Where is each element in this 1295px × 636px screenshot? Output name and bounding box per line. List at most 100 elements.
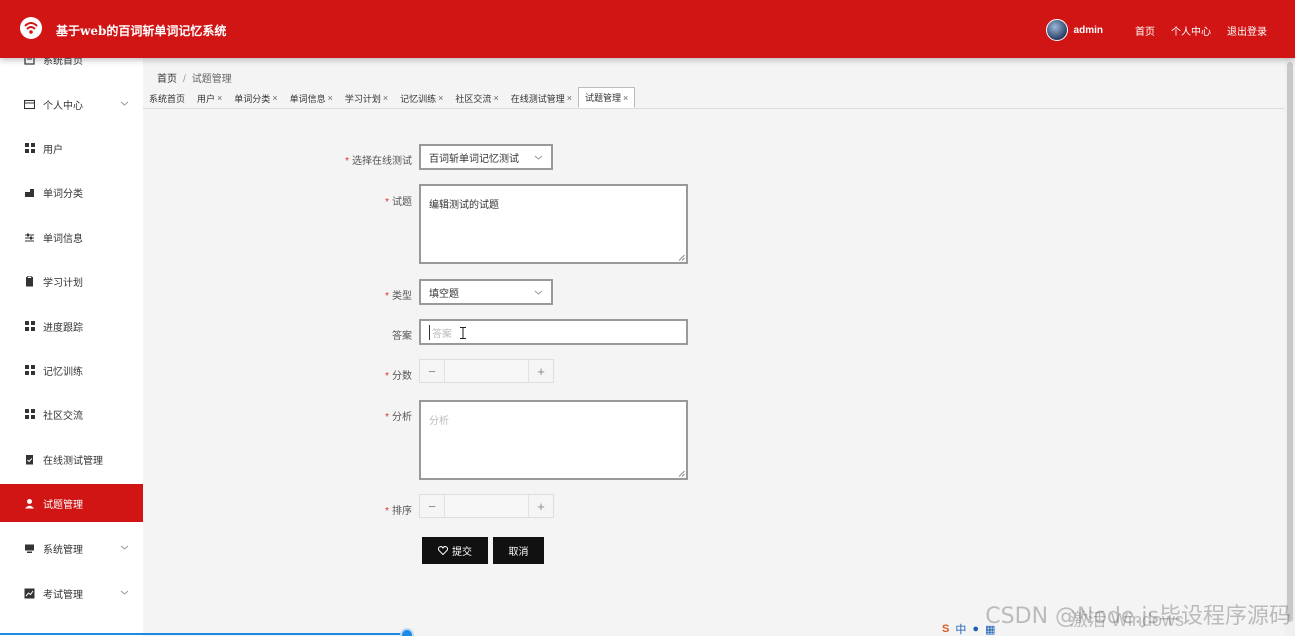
ime-mode-label[interactable]: 中 bbox=[955, 621, 966, 636]
submit-label: 提交 bbox=[452, 547, 472, 558]
analysis-textarea[interactable]: 分析 bbox=[419, 400, 688, 480]
resize-handle-icon[interactable] bbox=[678, 470, 685, 477]
tab-users[interactable]: 用户 × bbox=[191, 88, 228, 108]
tab-label: 系统首页 bbox=[149, 93, 186, 104]
close-icon[interactable]: × bbox=[272, 93, 277, 103]
chevron-down-icon bbox=[120, 588, 129, 597]
grid-icon bbox=[24, 365, 35, 376]
tab-word-category[interactable]: 单词分类 × bbox=[228, 88, 283, 108]
score-stepper[interactable]: − + bbox=[419, 359, 554, 383]
sidebar-item-system[interactable]: 系统管理 bbox=[0, 529, 143, 567]
top-header: 基于web的百词斩单词记忆系统 admin 首页 个人中心 退出登录 bbox=[0, 0, 1295, 58]
breadcrumb-separator: / bbox=[183, 74, 186, 85]
tab-home[interactable]: 系统首页 bbox=[143, 88, 191, 108]
tab-memory-training[interactable]: 记忆训练 × bbox=[394, 88, 449, 108]
user-icon bbox=[24, 498, 35, 509]
answer-label: 答案 bbox=[392, 331, 412, 342]
tab-community[interactable]: 社区交流 × bbox=[449, 88, 504, 108]
sidebar-item-label: 社区交流 bbox=[43, 410, 83, 422]
sidebar-item-question-manage[interactable]: 试题管理 bbox=[0, 484, 143, 522]
sidebar-item-label: 系统管理 bbox=[43, 544, 83, 556]
tab-label: 用户 bbox=[197, 93, 216, 104]
grid-icon bbox=[24, 409, 35, 420]
sogou-icon[interactable]: S bbox=[942, 623, 949, 635]
breadcrumb: 首页 / 试题管理 bbox=[157, 70, 232, 85]
logout-link[interactable]: 退出登录 bbox=[1227, 23, 1267, 38]
sidebar-item-label: 个人中心 bbox=[43, 100, 83, 112]
close-icon[interactable]: × bbox=[217, 93, 222, 103]
profile-link[interactable]: 个人中心 bbox=[1171, 23, 1211, 38]
increment-button[interactable]: + bbox=[529, 495, 553, 517]
question-label: * 试题 bbox=[385, 197, 412, 208]
clipboard-check-icon bbox=[24, 454, 35, 465]
scrollbar-thumb[interactable] bbox=[1287, 62, 1293, 622]
username-label: admin bbox=[1073, 24, 1103, 36]
tab-label: 在线测试管理 bbox=[510, 93, 565, 104]
test-select-label: * 选择在线测试 bbox=[345, 156, 412, 167]
increment-button[interactable]: + bbox=[529, 360, 553, 382]
watermark: CSDN @Node.js毕设程序源码 bbox=[985, 604, 1291, 629]
test-select-value: 百词斩单词记忆测试 bbox=[429, 153, 519, 165]
score-input[interactable] bbox=[444, 360, 529, 382]
submit-button[interactable]: 提交 bbox=[422, 537, 488, 564]
tab-study-plan[interactable]: 学习计划 × bbox=[339, 88, 394, 108]
monitor-icon bbox=[24, 543, 35, 554]
sidebar-item-progress[interactable]: 进度跟踪 bbox=[0, 307, 143, 345]
close-icon[interactable]: × bbox=[493, 93, 498, 103]
sidebar-item-label: 考试管理 bbox=[43, 589, 83, 601]
clipboard-icon bbox=[24, 275, 35, 287]
sidebar-item-label: 进度跟踪 bbox=[43, 322, 83, 334]
sidebar-item-study-plan[interactable]: 学习计划 bbox=[0, 262, 143, 300]
order-input[interactable] bbox=[444, 495, 529, 517]
tab-question-manage[interactable]: 试题管理 × bbox=[577, 87, 636, 108]
sliders-icon bbox=[24, 232, 35, 243]
resize-handle-icon[interactable] bbox=[678, 254, 685, 261]
sidebar-item-label: 学习计划 bbox=[43, 277, 83, 289]
tab-word-info[interactable]: 单词信息 × bbox=[284, 88, 339, 108]
breadcrumb-home[interactable]: 首页 bbox=[157, 74, 177, 85]
page-scrollbar[interactable] bbox=[1285, 58, 1295, 636]
logo-icon bbox=[20, 17, 42, 39]
mic-icon[interactable]: ● bbox=[972, 623, 979, 635]
home-link[interactable]: 首页 bbox=[1135, 23, 1155, 38]
sidebar: 系统首页 个人中心 用户 单词分类 单词信息 学习计划 进度跟踪 记忆训练 社区… bbox=[0, 40, 143, 636]
avatar[interactable] bbox=[1045, 19, 1068, 41]
sidebar-item-word-info[interactable]: 单词信息 bbox=[0, 218, 143, 256]
tab-label: 试题管理 bbox=[584, 93, 621, 103]
sidebar-item-community[interactable]: 社区交流 bbox=[0, 395, 143, 433]
scroll-handle-icon[interactable] bbox=[400, 628, 414, 636]
question-textarea[interactable]: 编辑测试的试题 bbox=[419, 184, 688, 264]
sidebar-item-memory-training[interactable]: 记忆训练 bbox=[0, 351, 143, 389]
order-label: * 排序 bbox=[385, 506, 412, 517]
close-icon[interactable]: × bbox=[328, 93, 333, 103]
close-icon[interactable]: × bbox=[438, 93, 443, 103]
app-title: 基于web的百词斩单词记忆系统 bbox=[56, 24, 227, 38]
keyboard-icon[interactable]: ▦ bbox=[985, 623, 995, 636]
answer-placeholder: 答案 bbox=[429, 324, 452, 340]
sidebar-item-label: 记忆训练 bbox=[43, 366, 83, 378]
decrement-button[interactable]: − bbox=[420, 495, 444, 517]
breadcrumb-current: 试题管理 bbox=[191, 74, 232, 85]
decrement-button[interactable]: − bbox=[420, 360, 444, 382]
sidebar-item-profile[interactable]: 个人中心 bbox=[0, 85, 143, 123]
sidebar-item-word-category[interactable]: 单词分类 bbox=[0, 173, 143, 211]
question-value: 编辑测试的试题 bbox=[429, 200, 499, 211]
ime-toolbar[interactable]: S 中 ● ▦ bbox=[942, 622, 995, 636]
close-icon[interactable]: × bbox=[623, 93, 628, 103]
tab-online-test[interactable]: 在线测试管理 × bbox=[505, 88, 578, 108]
progress-line bbox=[0, 633, 412, 635]
sidebar-item-label: 用户 bbox=[43, 144, 63, 156]
sidebar-item-online-test[interactable]: 在线测试管理 bbox=[0, 440, 143, 478]
close-icon[interactable]: × bbox=[383, 93, 388, 103]
heart-icon bbox=[438, 546, 448, 555]
sidebar-item-users[interactable]: 用户 bbox=[0, 129, 143, 167]
cancel-label: 取消 bbox=[508, 547, 529, 558]
test-select[interactable]: 百词斩单词记忆测试 bbox=[419, 144, 553, 170]
chevron-down-icon bbox=[534, 153, 543, 162]
chevron-down-icon bbox=[120, 543, 129, 552]
cancel-button[interactable]: 取消 bbox=[493, 537, 544, 564]
close-icon[interactable]: × bbox=[567, 93, 572, 103]
type-select[interactable]: 填空题 bbox=[419, 279, 553, 305]
order-stepper[interactable]: − + bbox=[419, 494, 554, 518]
sidebar-item-exam[interactable]: 考试管理 bbox=[0, 574, 143, 612]
